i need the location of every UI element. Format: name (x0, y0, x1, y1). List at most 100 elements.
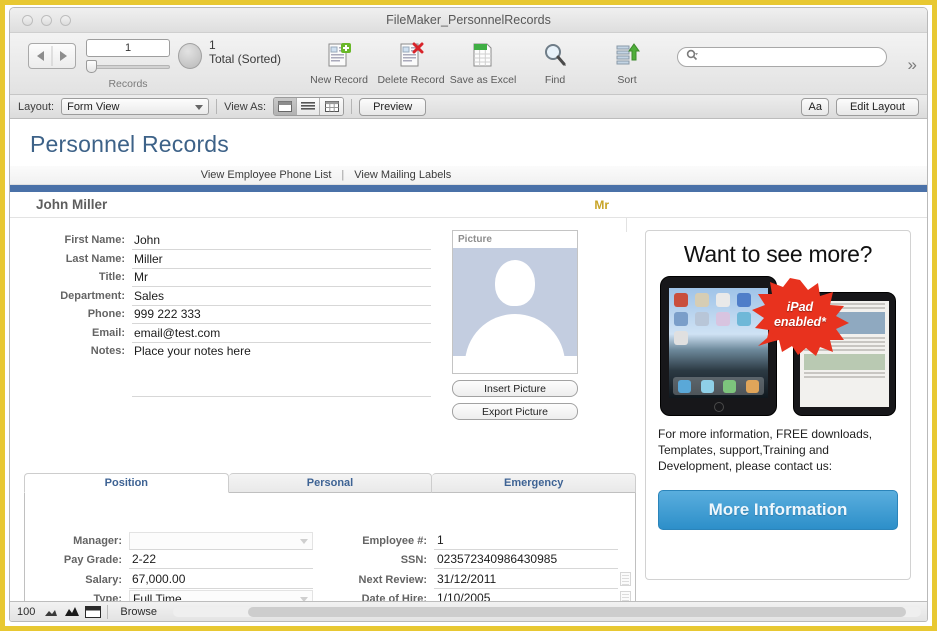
sort-label: Sort (617, 74, 637, 86)
toggle-toolbar-icon[interactable] (84, 605, 101, 619)
type-field[interactable]: Full Time (129, 589, 313, 601)
picture-footer-space (453, 356, 577, 373)
more-information-button[interactable]: More Information (658, 490, 898, 530)
search-wrapper (677, 47, 888, 67)
picture-frame[interactable]: Picture (452, 230, 578, 374)
next-record-icon[interactable] (60, 51, 67, 61)
first-name-field[interactable]: John (132, 232, 431, 250)
employee-number-field[interactable]: 1 (434, 532, 618, 550)
title-field[interactable]: Mr (132, 269, 431, 287)
phone-label: Phone: (87, 308, 125, 320)
view-mode-table-button[interactable] (320, 98, 344, 115)
ssn-field[interactable]: 023572340986430985 (434, 551, 618, 570)
employee-number-label: Employee #: (362, 534, 427, 547)
total-records-group: 1 Total (Sorted) (209, 39, 281, 67)
search-box[interactable] (677, 47, 888, 67)
records-label: Records (108, 78, 148, 90)
picture-block: Picture Insert Picture Export Picture (452, 230, 578, 420)
promo-panel: Want to see more? iPad enabled* For more… (645, 230, 911, 580)
find-label: Find (544, 74, 566, 86)
detail-tab-panel: Position Personal Emergency Manager: Pay… (24, 473, 637, 601)
horizontal-scrollbar-thumb[interactable] (247, 606, 907, 617)
page-title: Personnel Records (30, 131, 230, 157)
record-book-nav[interactable] (28, 43, 76, 69)
email-field[interactable]: email@test.com (132, 325, 431, 343)
field-row-employee-number: Employee #: 1 (330, 531, 630, 551)
toolbar-actions: New Record Delete Record Save as Excel F… (303, 39, 663, 86)
title-bar: FileMaker_PersonnelRecords (10, 8, 927, 33)
delete-record-button[interactable]: Delete Record (375, 39, 447, 86)
tab-emergency[interactable]: Emergency (432, 473, 637, 493)
department-field[interactable]: Sales (132, 288, 431, 306)
record-slider[interactable] (86, 60, 170, 74)
status-bar: 100 Browse (10, 601, 927, 621)
news-photo-2 (804, 354, 885, 370)
new-record-label: New Record (310, 74, 368, 86)
view-mode-segmented-control[interactable] (273, 97, 345, 116)
found-set-dial-icon[interactable] (178, 43, 202, 69)
search-input[interactable] (702, 51, 879, 63)
calendar-icon[interactable] (620, 591, 631, 601)
mode-indicator[interactable]: Browse (114, 606, 163, 618)
layout-select-value: Form View (67, 100, 120, 113)
view-mode-form-button[interactable] (274, 98, 298, 115)
zoom-in-icon[interactable] (63, 605, 80, 619)
tab-position[interactable]: Position (24, 473, 229, 493)
sort-button[interactable]: Sort (591, 39, 663, 86)
last-name-field[interactable]: Miller (132, 251, 431, 269)
find-icon (542, 39, 568, 72)
calendar-icon[interactable] (620, 571, 631, 586)
tab-personal[interactable]: Personal (228, 473, 433, 493)
field-row-phone: Phone: 999 222 333 (36, 306, 431, 325)
next-review-field[interactable]: 31/12/2011 (434, 571, 631, 589)
previous-record-icon[interactable] (37, 51, 44, 61)
blue-accent-band (10, 185, 927, 192)
new-record-icon (326, 39, 352, 72)
zoom-out-icon[interactable] (42, 605, 59, 619)
field-row-salary: Salary: 67,000.00 (25, 570, 325, 590)
horizontal-scrollbar[interactable] (173, 606, 921, 617)
field-row-next-review: Next Review: 31/12/2011 (330, 570, 631, 590)
layout-select[interactable]: Form View (61, 98, 210, 115)
window-title: FileMaker_PersonnelRecords (386, 13, 551, 27)
pay-grade-label: Pay Grade: (63, 554, 122, 567)
next-review-label: Next Review: (358, 573, 427, 586)
field-row-date-of-hire: Date of Hire: 1/10/2005 (330, 590, 631, 601)
insert-picture-button[interactable]: Insert Picture (452, 380, 578, 397)
salary-field[interactable]: 67,000.00 (129, 571, 313, 589)
date-of-hire-field[interactable]: 1/10/2005 (434, 590, 631, 601)
save-as-excel-button[interactable]: Save as Excel (447, 39, 519, 86)
ipad-home-button-icon (713, 402, 724, 412)
app-icon-grid (674, 293, 753, 345)
view-employee-phone-list-link[interactable]: View Employee Phone List (201, 169, 332, 181)
new-record-button[interactable]: New Record (303, 39, 375, 86)
notes-field[interactable]: Place your notes here (132, 343, 431, 397)
email-label: Email: (91, 326, 125, 339)
layout-label: Layout: (18, 100, 55, 113)
picture-caption: Picture (458, 234, 492, 245)
edit-layout-button[interactable]: Edit Layout (835, 97, 919, 116)
field-row-manager: Manager: (25, 531, 325, 551)
phone-field[interactable]: 999 222 333 (132, 306, 431, 324)
ipad-dock (673, 377, 764, 395)
text-format-button[interactable]: Aa (801, 97, 829, 116)
person-name: John Miller (36, 197, 108, 212)
search-icon (686, 48, 699, 66)
promo-heading: Want to see more? (683, 241, 873, 267)
export-picture-button[interactable]: Export Picture (452, 403, 578, 420)
view-mailing-labels-link[interactable]: View Mailing Labels (354, 169, 451, 181)
view-mode-list-button[interactable] (297, 98, 321, 115)
record-slider-thumb[interactable] (86, 60, 97, 73)
chevron-down-icon (300, 596, 308, 601)
total-count: 1 (209, 38, 216, 52)
find-button[interactable]: Find (519, 39, 591, 86)
record-number-field[interactable]: 1 (86, 39, 170, 57)
manager-field[interactable] (129, 531, 313, 550)
starburst-text: iPad enabled* (748, 300, 852, 330)
tab-content-position: Manager: Pay Grade: 2-22 Salary: 67,000.… (24, 493, 636, 601)
ipad-enabled-starburst: iPad enabled* (748, 278, 852, 356)
toolbar-overflow-icon[interactable]: » (908, 55, 917, 75)
starburst-line1: iPad (786, 300, 814, 314)
preview-button[interactable]: Preview (359, 97, 427, 116)
pay-grade-field[interactable]: 2-22 (129, 551, 313, 570)
